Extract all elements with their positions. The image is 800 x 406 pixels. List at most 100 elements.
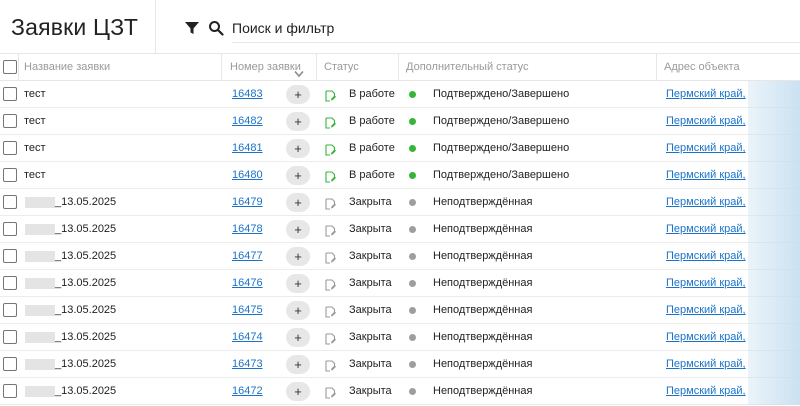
- row-checkbox[interactable]: [3, 384, 17, 398]
- page-title: Заявки ЦЗТ: [11, 14, 139, 40]
- search-icon[interactable]: [208, 20, 224, 36]
- address-link[interactable]: Пермский край,: [666, 135, 746, 162]
- address-link[interactable]: Пермский край,: [666, 351, 746, 378]
- request-number-link[interactable]: 16477: [232, 243, 263, 270]
- status-text: Закрыта: [349, 277, 392, 289]
- table-row[interactable]: _13.05.2025 16475 + Закрыта Неподтверждё…: [0, 297, 800, 324]
- request-number-link[interactable]: 16472: [232, 378, 263, 405]
- table-row[interactable]: тест 16481 + В работе Подтверждено/Завер…: [0, 135, 800, 162]
- table-row[interactable]: _13.05.2025 16479 + Закрыта Неподтверждё…: [0, 189, 800, 216]
- add-button[interactable]: +: [286, 166, 310, 185]
- table-row[interactable]: _13.05.2025 16478 + Закрыта Неподтверждё…: [0, 216, 800, 243]
- status-dot: [409, 172, 416, 179]
- request-number-link[interactable]: 16480: [232, 162, 263, 189]
- document-edit-icon: [325, 116, 336, 129]
- table-row[interactable]: _13.05.2025 16472 + Закрыта Неподтверждё…: [0, 378, 800, 405]
- address-link[interactable]: Пермский край,: [666, 162, 746, 189]
- address-link[interactable]: Пермский край,: [666, 108, 746, 135]
- additional-status-text: Подтверждено/Завершено: [433, 142, 570, 154]
- column-divider: [656, 54, 657, 81]
- column-header-status[interactable]: Статус: [324, 54, 359, 81]
- additional-status-text: Неподтверждённая: [433, 304, 533, 316]
- table-row[interactable]: _13.05.2025 16476 + Закрыта Неподтверждё…: [0, 270, 800, 297]
- status-text: Закрыта: [349, 250, 392, 262]
- status-text: Закрыта: [349, 196, 392, 208]
- row-checkbox[interactable]: [3, 330, 17, 344]
- request-name: _13.05.2025: [55, 250, 117, 262]
- row-checkbox[interactable]: [3, 276, 17, 290]
- redacted-address: [748, 243, 800, 270]
- additional-status-text: Неподтверждённая: [433, 331, 533, 343]
- add-button[interactable]: +: [286, 301, 310, 320]
- request-number-link[interactable]: 16482: [232, 108, 263, 135]
- document-edit-icon: [325, 305, 336, 318]
- table-row[interactable]: _13.05.2025 16473 + Закрыта Неподтверждё…: [0, 351, 800, 378]
- table-row[interactable]: _13.05.2025 16474 + Закрыта Неподтверждё…: [0, 324, 800, 351]
- add-button[interactable]: +: [286, 220, 310, 239]
- column-header-additional-status[interactable]: Дополнительный статус: [406, 54, 529, 81]
- status-dot: [409, 334, 416, 341]
- request-number-link[interactable]: 16478: [232, 216, 263, 243]
- add-button[interactable]: +: [286, 274, 310, 293]
- redacted-name-prefix: [25, 224, 55, 235]
- column-divider: [221, 54, 222, 81]
- request-number-link[interactable]: 16473: [232, 351, 263, 378]
- redacted-address: [748, 81, 800, 108]
- redacted-address: [748, 270, 800, 297]
- select-all-checkbox[interactable]: [3, 60, 17, 74]
- row-checkbox[interactable]: [3, 87, 17, 101]
- row-checkbox[interactable]: [3, 168, 17, 182]
- address-link[interactable]: Пермский край,: [666, 378, 746, 405]
- table-row[interactable]: _13.05.2025 16477 + Закрыта Неподтверждё…: [0, 243, 800, 270]
- request-number-link[interactable]: 16481: [232, 135, 263, 162]
- filter-icon[interactable]: [184, 20, 200, 36]
- row-checkbox[interactable]: [3, 114, 17, 128]
- table-row[interactable]: тест 16483 + В работе Подтверждено/Завер…: [0, 81, 800, 108]
- request-number-link[interactable]: 16475: [232, 297, 263, 324]
- request-name: тест: [24, 115, 46, 127]
- add-button[interactable]: +: [286, 247, 310, 266]
- add-button[interactable]: +: [286, 112, 310, 131]
- request-name: _13.05.2025: [55, 385, 117, 397]
- request-number-link[interactable]: 16474: [232, 324, 263, 351]
- request-number-link[interactable]: 16479: [232, 189, 263, 216]
- title-divider: [155, 0, 156, 54]
- address-link[interactable]: Пермский край,: [666, 216, 746, 243]
- column-divider: [398, 54, 399, 81]
- row-checkbox[interactable]: [3, 303, 17, 317]
- column-header-name[interactable]: Название заявки: [24, 54, 110, 81]
- status-dot: [409, 388, 416, 395]
- add-button[interactable]: +: [286, 382, 310, 401]
- request-number-link[interactable]: 16476: [232, 270, 263, 297]
- address-link[interactable]: Пермский край,: [666, 324, 746, 351]
- add-button[interactable]: +: [286, 328, 310, 347]
- add-button[interactable]: +: [286, 85, 310, 104]
- document-edit-icon: [325, 332, 336, 345]
- table-row[interactable]: тест 16480 + В работе Подтверждено/Завер…: [0, 162, 800, 189]
- row-checkbox[interactable]: [3, 357, 17, 371]
- redacted-address: [748, 297, 800, 324]
- row-checkbox[interactable]: [3, 249, 17, 263]
- address-link[interactable]: Пермский край,: [666, 270, 746, 297]
- document-edit-icon: [325, 224, 336, 237]
- request-name: _13.05.2025: [55, 358, 117, 370]
- table-row[interactable]: тест 16482 + В работе Подтверждено/Завер…: [0, 108, 800, 135]
- chevron-down-icon[interactable]: [294, 65, 304, 78]
- search-input[interactable]: [232, 15, 712, 41]
- row-checkbox[interactable]: [3, 195, 17, 209]
- add-button[interactable]: +: [286, 193, 310, 212]
- row-checkbox[interactable]: [3, 222, 17, 236]
- row-checkbox[interactable]: [3, 141, 17, 155]
- status-dot: [409, 280, 416, 287]
- column-header-address[interactable]: Адрес объекта: [664, 54, 740, 81]
- additional-status-text: Неподтверждённая: [433, 223, 533, 235]
- address-link[interactable]: Пермский край,: [666, 297, 746, 324]
- address-link[interactable]: Пермский край,: [666, 189, 746, 216]
- column-header-number[interactable]: Номер заявки: [230, 54, 301, 81]
- address-link[interactable]: Пермский край,: [666, 243, 746, 270]
- request-number-link[interactable]: 16483: [232, 81, 263, 108]
- add-button[interactable]: +: [286, 355, 310, 374]
- document-edit-icon: [325, 197, 336, 210]
- address-link[interactable]: Пермский край,: [666, 81, 746, 108]
- add-button[interactable]: +: [286, 139, 310, 158]
